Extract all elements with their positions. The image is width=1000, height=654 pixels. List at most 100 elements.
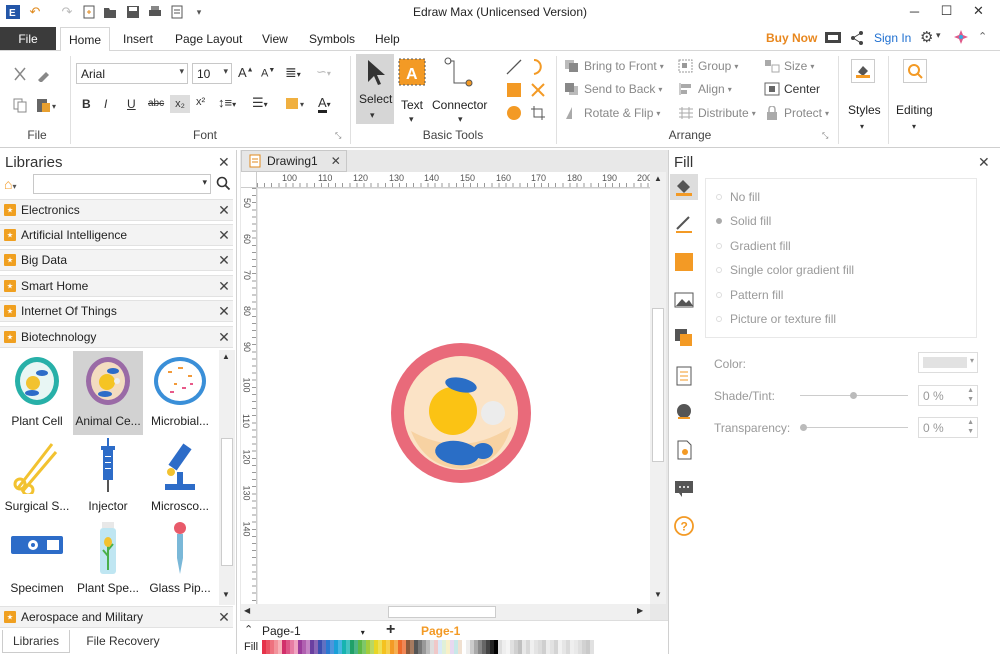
open-folder-icon[interactable] [101, 3, 119, 21]
center-button[interactable]: Center [764, 82, 820, 96]
settings-gear-icon[interactable]: ⚙ [920, 28, 933, 46]
close-icon[interactable]: ✕ [978, 154, 990, 171]
tab-page-layout[interactable]: Page Layout [167, 27, 250, 51]
canvas-horizontal-scrollbar[interactable]: ◀ ▶ [241, 604, 650, 620]
option-solid-fill[interactable]: Solid fill [716, 214, 771, 228]
crop-tool-icon[interactable] [530, 105, 546, 124]
grow-font-icon[interactable]: A▲ [238, 65, 254, 80]
shadow-icon[interactable] [674, 252, 694, 275]
library-item-internet-of-things[interactable]: Internet Of Things ✕ [0, 300, 233, 322]
close-icon[interactable]: ✕ [331, 154, 341, 168]
globe-icon[interactable] [674, 402, 694, 425]
ribbon-collapse-icon[interactable]: ⌃ [978, 30, 987, 43]
tab-symbols[interactable]: Symbols [301, 27, 363, 51]
select-tool-button[interactable]: Select ▾ [356, 54, 394, 124]
editing-button[interactable]: Editing ▾ [894, 56, 938, 136]
add-page-icon[interactable]: + [386, 621, 395, 639]
library-search-input[interactable]: ▾ [33, 174, 211, 194]
library-item-artificial-intelligence[interactable]: Artificial Intelligence ✕ [0, 224, 233, 246]
sign-in-link[interactable]: Sign In [874, 31, 911, 45]
line-spacing-icon[interactable]: ↕≡▾ [218, 95, 236, 110]
close-icon[interactable]: ✕ [215, 202, 233, 219]
arc-tool-icon[interactable] [530, 58, 546, 79]
shape-microbial[interactable]: Microbial... [145, 353, 215, 428]
font-name-select[interactable]: Arial ▾ [76, 63, 188, 84]
protect-button[interactable]: Protect ▾ [764, 106, 829, 120]
home-icon[interactable]: ⌂▾ [4, 176, 16, 192]
library-item-aerospace-military[interactable]: Aerospace and Military ✕ [0, 606, 233, 628]
shape-animal-cell[interactable]: Animal Ce... [73, 351, 143, 435]
save-icon[interactable] [124, 3, 142, 21]
shrink-font-icon[interactable]: A▼ [261, 67, 275, 80]
close-window-icon[interactable]: ✕ [962, 0, 995, 22]
line-style-icon[interactable] [674, 214, 694, 237]
undo-icon[interactable]: ↶ [26, 3, 44, 21]
new-file-icon[interactable] [80, 3, 98, 21]
shape-specimen[interactable]: Specimen [2, 520, 72, 595]
scroll-up-icon[interactable]: ▲ [222, 352, 230, 361]
close-icon[interactable]: ✕ [218, 154, 230, 171]
superscript-icon[interactable]: x² [196, 96, 205, 108]
cart-icon[interactable] [824, 30, 842, 49]
library-item-smart-home[interactable]: Smart Home ✕ [0, 275, 233, 297]
transparency-slider-track[interactable] [800, 427, 908, 428]
print-icon[interactable] [146, 3, 164, 21]
minimize-icon[interactable]: ─ [898, 0, 931, 22]
color-picker[interactable]: ▾ [918, 352, 978, 373]
search-icon[interactable] [216, 176, 231, 194]
tab-home[interactable]: Home [60, 27, 111, 52]
strikethrough-icon[interactable]: abc [148, 98, 164, 109]
layers-icon[interactable] [674, 328, 694, 351]
transparency-spinbox[interactable]: 0 % ▲ ▼ [918, 417, 978, 438]
text-align-icon[interactable]: ≣▾ [285, 64, 301, 81]
shape-microscope[interactable]: Microsco... [145, 438, 215, 513]
option-gradient-fill[interactable]: Gradient fill [716, 239, 791, 253]
library-item-biotechnology[interactable]: Biotechnology ✕ [0, 326, 233, 348]
line-tool-icon[interactable] [506, 59, 522, 78]
shape-plant-cell[interactable]: Plant Cell [2, 353, 72, 428]
shape-surgical-scissors[interactable]: Surgical S... [2, 438, 72, 513]
text-tool-button[interactable]: A Text ▾ [397, 57, 429, 125]
copy-icon[interactable] [12, 97, 28, 116]
tab-file-recovery[interactable]: File Recovery [78, 630, 168, 653]
format-painter-icon[interactable] [36, 66, 52, 85]
share-icon[interactable] [850, 30, 864, 49]
buy-now-link[interactable]: Buy Now [766, 31, 817, 45]
font-dialog-launcher-icon[interactable]: ⤡ [335, 131, 341, 141]
group-button[interactable]: Group ▾ [678, 59, 738, 73]
page-tab[interactable]: Page-1 [421, 624, 460, 638]
file-menu-tab[interactable]: File [0, 27, 56, 50]
bold-icon[interactable]: B [82, 97, 91, 111]
comment-icon[interactable] [674, 478, 694, 501]
send-to-back-button[interactable]: Send to Back ▾ [564, 82, 662, 96]
spin-arrows-icon[interactable]: ▲ ▼ [967, 418, 974, 436]
scroll-right-icon[interactable]: ▶ [637, 606, 643, 615]
underline-icon[interactable]: U [127, 97, 136, 111]
paste-icon[interactable]: ▾ [36, 97, 58, 116]
close-icon[interactable]: ✕ [215, 278, 233, 295]
align-button[interactable]: Align ▾ [678, 82, 732, 96]
shape-plant-specimen[interactable]: Plant Spe... [73, 520, 143, 595]
styles-button[interactable]: Styles ▾ [846, 56, 882, 136]
tab-view[interactable]: View [254, 27, 296, 51]
distribute-button[interactable]: Distribute ▾ [678, 106, 756, 120]
option-picture-texture-fill[interactable]: Picture or texture fill [716, 312, 836, 326]
settings-dropdown-icon[interactable]: ▾ [936, 30, 941, 41]
option-single-color-gradient-fill[interactable]: Single color gradient fill [716, 263, 854, 277]
font-size-select[interactable]: 10 ▾ [192, 63, 232, 84]
color-palette[interactable] [262, 640, 594, 654]
scroll-thumb[interactable] [388, 606, 496, 618]
cut-icon[interactable] [12, 66, 28, 85]
tab-libraries[interactable]: Libraries [2, 630, 70, 653]
italic-icon[interactable]: I [104, 97, 107, 111]
drawing-page[interactable] [258, 189, 650, 604]
ellipse-tool-icon[interactable] [506, 105, 522, 124]
size-button[interactable]: Size ▾ [764, 59, 814, 73]
rectangle-tool-icon[interactable] [506, 82, 522, 101]
font-color-icon[interactable]: A▾ [318, 95, 331, 113]
option-pattern-fill[interactable]: Pattern fill [716, 288, 783, 302]
export-icon[interactable] [168, 3, 186, 21]
close-icon[interactable]: ✕ [215, 227, 233, 244]
redo-icon[interactable]: ↷ [58, 3, 76, 21]
bullet-list-icon[interactable]: ☰▾ [252, 95, 268, 111]
